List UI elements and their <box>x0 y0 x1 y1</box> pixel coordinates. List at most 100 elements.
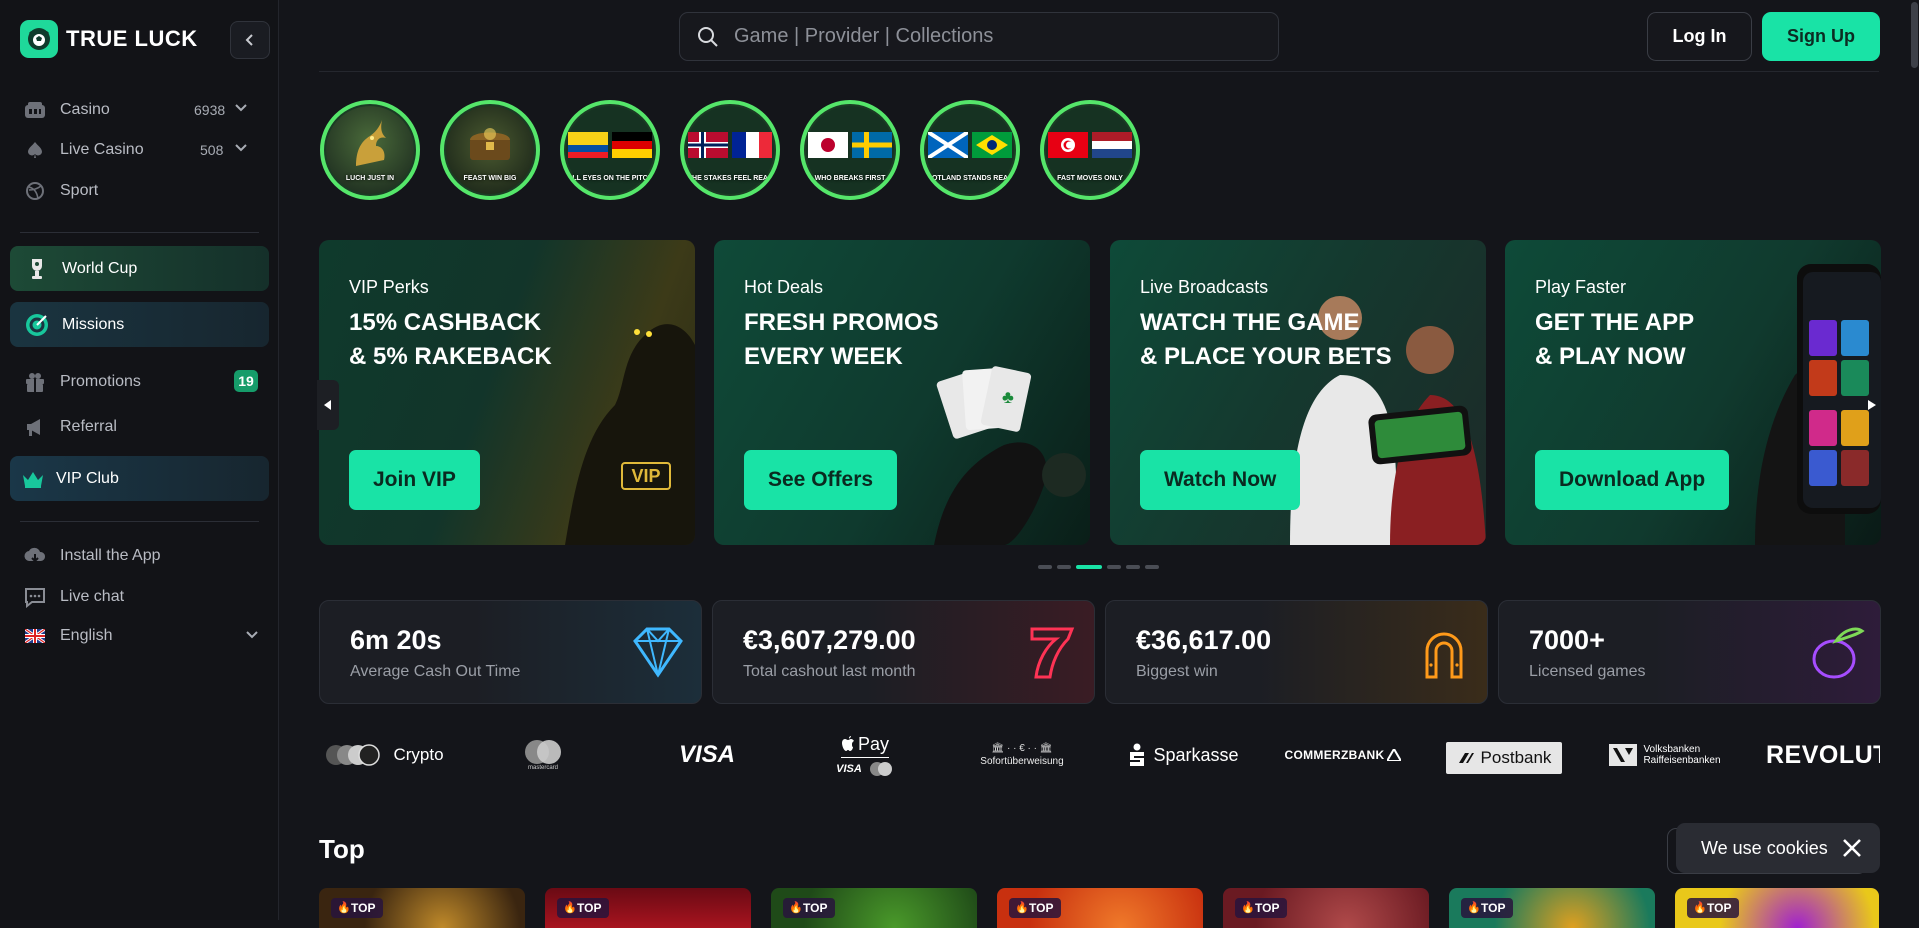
carousel-dot[interactable] <box>1057 565 1071 569</box>
netherlands-flag-icon <box>1092 132 1132 158</box>
carousel-dot[interactable] <box>1126 565 1140 569</box>
story-caption: THE STAKES FEEL REAL <box>687 175 773 182</box>
sidebar-item-referral[interactable]: Referral <box>24 412 117 442</box>
flame-icon: 🔥 <box>1693 902 1707 914</box>
carousel-dot[interactable] <box>1038 565 1052 569</box>
sidebar-item-live-casino[interactable]: Live Casino <box>24 135 144 165</box>
brazil-flag-icon <box>972 132 1012 158</box>
casino-count: 6938 <box>194 102 226 118</box>
story-item[interactable]: THE STAKES FEEL REAL <box>680 100 780 200</box>
sidebar-item-promotions[interactable]: Promotions <box>24 367 141 397</box>
search-input[interactable] <box>734 25 1254 48</box>
payment-visa: VISA <box>678 741 735 768</box>
flame-icon: 🔥 <box>1015 902 1029 914</box>
commerzbank-icon <box>1387 749 1402 761</box>
trophy-icon <box>24 256 50 282</box>
payment-postbank: Postbank <box>1446 742 1562 774</box>
applepay-visa-label: VISA <box>836 762 862 775</box>
story-caption: WHO BREAKS FIRST <box>814 175 886 182</box>
game-tile[interactable]: 🔥 TOP <box>997 888 1203 928</box>
payment-sparkasse: Sparkasse <box>1127 735 1239 775</box>
story-item[interactable]: ALL EYES ON THE PITCH <box>560 100 660 200</box>
top-badge: 🔥 TOP <box>783 898 836 918</box>
login-button[interactable]: Log In <box>1647 12 1752 61</box>
download-app-button[interactable]: Download App <box>1535 450 1730 510</box>
story-item[interactable]: WHO BREAKS FIRST <box>800 100 900 200</box>
sidebar-item-live-chat[interactable]: Live chat <box>24 582 124 612</box>
carousel-dot[interactable] <box>1107 565 1121 569</box>
collapse-sidebar-button[interactable] <box>230 21 270 59</box>
stat-label: Total cashout last month <box>743 663 916 680</box>
sidebar-item-world-cup[interactable]: World Cup <box>10 246 269 291</box>
chevron-down-icon[interactable] <box>245 627 259 644</box>
target-icon <box>24 312 50 338</box>
top-badge-label: TOP <box>577 901 602 915</box>
sidebar-item-label: English <box>60 627 113 644</box>
arrow-right-icon <box>1868 400 1876 410</box>
chevron-down-icon[interactable] <box>234 140 248 157</box>
game-tile[interactable]: 🔥 TOP <box>319 888 525 928</box>
close-icon[interactable] <box>1840 836 1864 860</box>
brand-logo[interactable]: TRUE LUCK <box>20 20 198 58</box>
sidebar-item-install-app[interactable]: Install the App <box>24 541 161 571</box>
carousel-dot[interactable] <box>1145 565 1159 569</box>
mastercard-icon <box>525 740 561 764</box>
story-item[interactable]: FAST MOVES ONLY <box>1040 100 1140 200</box>
sidebar-item-vip-club[interactable]: VIP Club <box>10 456 269 501</box>
scotland-flag-icon <box>928 132 968 158</box>
section-title-top: Top <box>319 834 365 864</box>
search-bar[interactable] <box>679 12 1279 61</box>
story-item[interactable]: LUCH JUST IN <box>320 100 420 200</box>
payment-applepay: Pay VISA <box>825 728 905 782</box>
see-offers-button[interactable]: See Offers <box>744 450 898 510</box>
watch-now-button[interactable]: Watch Now <box>1140 450 1301 510</box>
chevron-down-icon[interactable] <box>234 100 248 117</box>
cloud-download-icon <box>24 545 46 567</box>
ecuador-flag-icon <box>568 132 608 158</box>
sidebar-item-casino[interactable]: Casino <box>24 95 110 125</box>
flame-icon: 🔥 <box>1467 902 1481 914</box>
story-caption: LUCH JUST IN <box>345 175 395 182</box>
story-item[interactable]: SCOTLAND STANDS READY <box>920 100 1020 200</box>
page-scrollbar[interactable] <box>1910 0 1919 920</box>
sparkasse-icon <box>1127 743 1147 767</box>
game-tile[interactable]: 🔥 TOP <box>1675 888 1879 928</box>
top-badge-label: TOP <box>1707 901 1732 915</box>
payment-revolut: REVOLUT <box>1766 740 1880 769</box>
game-tile[interactable]: 🔥 TOP <box>545 888 751 928</box>
carousel-prev-button[interactable] <box>317 380 339 430</box>
sidebar-item-label: Missions <box>62 315 125 333</box>
promo-card-app[interactable]: Play Faster GET THE APP & PLAY NOW Downl… <box>1505 240 1881 545</box>
sidebar-item-language[interactable]: English <box>24 621 112 651</box>
carousel-next-button[interactable] <box>1864 380 1880 430</box>
signup-button[interactable]: Sign Up <box>1762 12 1880 61</box>
join-vip-button[interactable]: Join VIP <box>349 450 480 510</box>
payment-crypto: Crypto <box>322 735 447 775</box>
promo-card-deals[interactable]: ♣ Hot Deals FRESH PROMOS EVERY WEEK See … <box>714 240 1090 545</box>
sidebar-item-label: Live Casino <box>60 141 144 158</box>
stat-value: €3,607,279.00 <box>743 625 916 655</box>
casino-icon <box>24 99 46 121</box>
volksbanken-label: Volksbanken <box>1643 744 1701 755</box>
promo-card-live[interactable]: Live Broadcasts WATCH THE GAME & PLACE Y… <box>1110 240 1486 545</box>
story-item[interactable]: FEAST WIN BIG <box>440 100 540 200</box>
top-badge: 🔥 TOP <box>1009 898 1062 918</box>
game-tile[interactable]: 🔥 TOP <box>1223 888 1429 928</box>
sidebar-item-sport[interactable]: Sport <box>24 176 98 206</box>
promo-card-vip[interactable]: VIP VIP Perks 15% CASHBACK & 5% RAKEBACK… <box>319 240 695 545</box>
stat-value: €36,617.00 <box>1136 625 1272 655</box>
commerzbank-label: COMMERZBANK <box>1284 748 1385 762</box>
game-tile[interactable]: 🔥 TOP <box>771 888 977 928</box>
game-tile[interactable]: 🔥 TOP <box>1449 888 1655 928</box>
stat-label: Biggest win <box>1136 663 1218 680</box>
sidebar-item-label: Install the App <box>60 547 161 564</box>
scrollbar-thumb[interactable] <box>1911 2 1918 68</box>
sidebar-item-label: Casino <box>60 101 110 118</box>
stat-value: 6m 20s <box>350 625 442 655</box>
sidebar-item-missions[interactable]: Missions <box>10 302 269 347</box>
top-badge: 🔥 TOP <box>1687 898 1740 918</box>
sofort-label: Sofortüberweisung <box>980 756 1064 767</box>
ball-icon <box>24 180 46 202</box>
story-caption: FAST MOVES ONLY <box>1057 175 1123 182</box>
carousel-dot-active[interactable] <box>1076 565 1102 569</box>
